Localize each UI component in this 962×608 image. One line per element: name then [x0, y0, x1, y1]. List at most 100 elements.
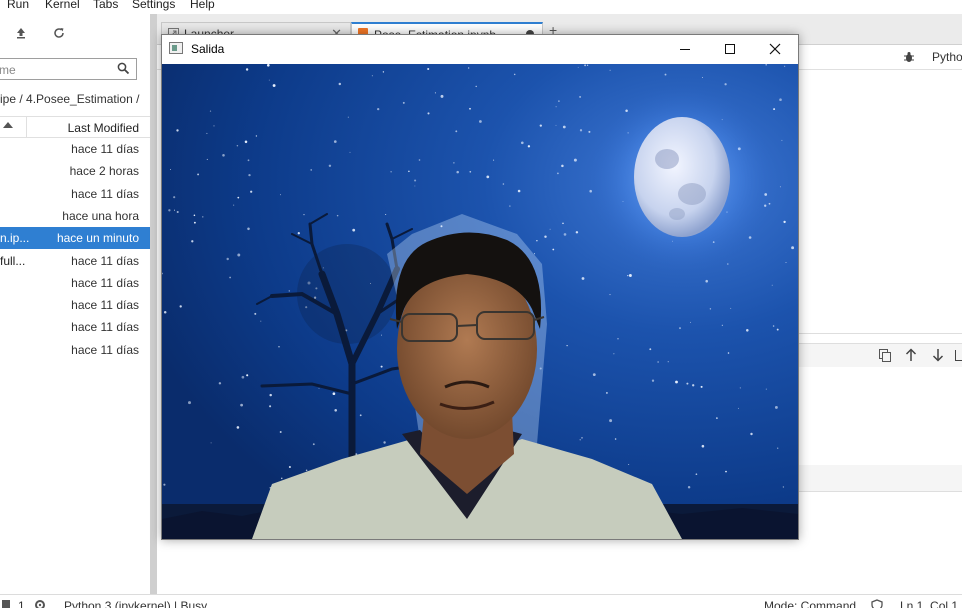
menu-kernel[interactable]: Kernel — [45, 0, 80, 11]
toggle-icon[interactable] — [2, 600, 10, 608]
duplicate-cell-icon[interactable] — [879, 349, 891, 365]
breadcrumb[interactable]: ipe / 4.Posee_Estimation / — [0, 92, 139, 106]
file-row[interactable]: hace una hora — [0, 205, 150, 227]
star — [237, 253, 241, 257]
cursor-position[interactable]: Ln 1, Col 1 — [900, 599, 958, 608]
star — [288, 290, 291, 292]
move-down-icon[interactable] — [932, 348, 944, 365]
star — [318, 387, 320, 389]
star — [310, 169, 313, 171]
star — [246, 374, 249, 377]
star — [716, 417, 718, 419]
sort-ascending-icon[interactable] — [3, 122, 13, 128]
file-name: full... — [0, 253, 26, 268]
shield-icon[interactable] — [871, 599, 883, 608]
upload-icon[interactable] — [14, 26, 28, 40]
star — [240, 403, 243, 407]
star — [173, 209, 176, 211]
star — [427, 112, 430, 115]
file-row[interactable]: n.ip... hace un minuto — [0, 227, 150, 250]
star — [592, 373, 596, 377]
star — [558, 100, 560, 102]
star — [561, 164, 564, 168]
star — [725, 470, 727, 473]
star — [536, 239, 538, 242]
gear-icon[interactable] — [34, 599, 46, 608]
filter-placeholder: me — [0, 63, 16, 77]
star — [209, 110, 212, 112]
star — [701, 444, 705, 448]
menu-help[interactable]: Help — [190, 0, 215, 11]
file-row[interactable]: hace 2 horas — [0, 160, 150, 182]
close-button[interactable] — [752, 35, 797, 64]
star — [297, 232, 300, 235]
sidebar-splitter[interactable] — [150, 14, 157, 594]
star — [193, 221, 196, 224]
star — [605, 391, 608, 394]
star — [279, 431, 282, 433]
insert-cell-icon[interactable] — [955, 350, 962, 361]
star — [197, 173, 200, 176]
column-header-last-modified[interactable]: Last Modified — [68, 121, 139, 135]
opencv-output-window[interactable]: Salida — [161, 34, 799, 540]
terminal-count[interactable]: 1 — [18, 599, 25, 608]
menu-settings[interactable]: Settings — [132, 0, 175, 11]
star — [383, 441, 386, 444]
file-row[interactable]: hace 11 días — [0, 272, 150, 294]
star — [701, 76, 703, 78]
star — [408, 170, 410, 173]
star — [549, 228, 551, 230]
cell-toolbar — [797, 343, 962, 369]
star — [692, 384, 695, 387]
menu-run[interactable]: Run — [7, 0, 29, 11]
file-row[interactable]: hace 11 días — [0, 294, 150, 316]
window-titlebar[interactable]: Salida — [162, 35, 798, 64]
file-row[interactable]: full... hace 11 días — [0, 250, 150, 272]
star — [359, 414, 362, 417]
star — [573, 158, 577, 162]
file-row[interactable]: hace 11 días — [0, 138, 150, 160]
maximize-button[interactable] — [707, 35, 752, 64]
star — [440, 94, 444, 98]
star — [168, 209, 171, 212]
star — [229, 276, 231, 279]
file-browser: me ipe / 4.Posee_Estimation / Last Modif… — [0, 14, 150, 594]
mode-indicator[interactable]: Mode: Command — [764, 599, 856, 608]
star — [782, 486, 785, 488]
star — [349, 151, 351, 153]
star — [469, 170, 472, 173]
file-last-modified: hace 11 días — [71, 298, 139, 313]
star — [414, 179, 417, 182]
file-row[interactable]: hace 11 días — [0, 183, 150, 205]
star — [479, 120, 482, 123]
column-divider[interactable] — [26, 117, 27, 137]
file-row[interactable]: hace 11 días — [0, 339, 150, 361]
star — [539, 124, 542, 127]
star — [617, 338, 619, 340]
star — [402, 101, 405, 104]
star — [269, 405, 272, 408]
star — [689, 321, 691, 323]
file-last-modified: hace 2 horas — [69, 164, 139, 179]
maximize-icon — [725, 44, 735, 54]
kernel-status[interactable]: Python 3 (ipykernel) | Busy — [64, 599, 207, 608]
star — [584, 64, 587, 67]
minimize-button[interactable] — [662, 35, 707, 64]
menu-tabs[interactable]: Tabs — [93, 0, 118, 11]
star — [686, 382, 689, 385]
star — [254, 312, 257, 315]
refresh-icon[interactable] — [52, 26, 66, 40]
star — [266, 64, 270, 67]
kernel-name[interactable]: Pytho — [932, 50, 962, 64]
bug-icon[interactable] — [903, 51, 915, 66]
code-cell[interactable] — [797, 367, 962, 466]
webcam-frame-image — [162, 64, 798, 539]
filter-input[interactable]: me — [0, 58, 137, 80]
file-row[interactable]: hace 11 días — [0, 316, 150, 338]
star — [418, 159, 421, 161]
search-icon — [117, 62, 130, 78]
star — [453, 162, 455, 164]
move-up-icon[interactable] — [905, 348, 917, 365]
star — [236, 426, 240, 429]
star — [281, 477, 283, 479]
